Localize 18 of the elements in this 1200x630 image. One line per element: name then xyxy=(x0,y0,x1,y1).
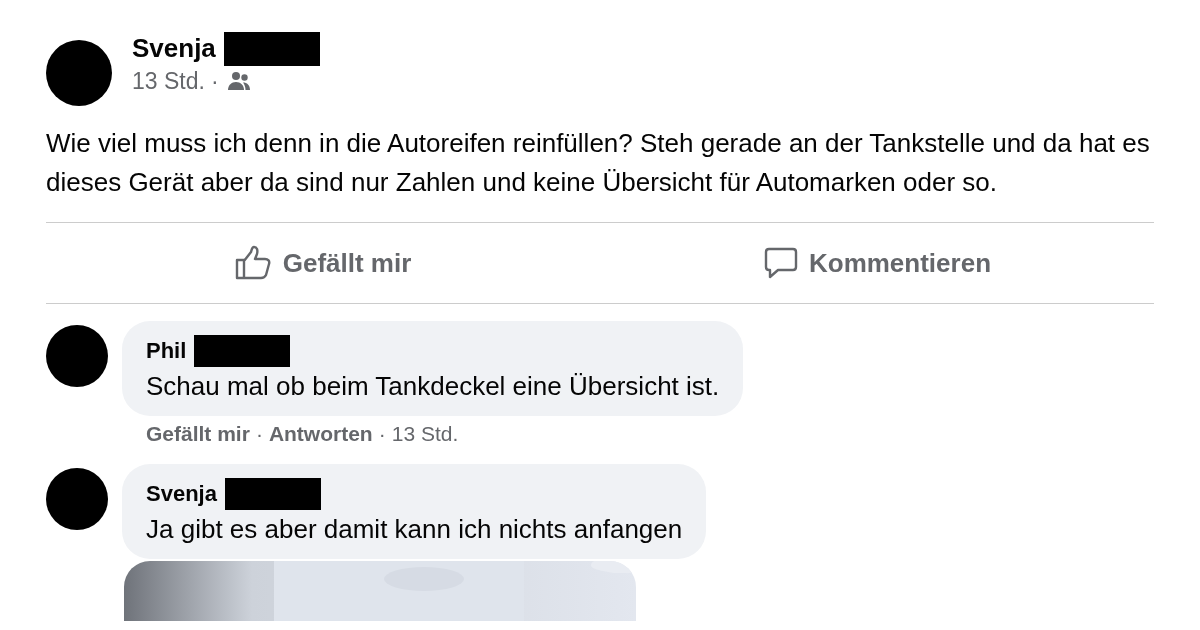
like-link[interactable]: Gefällt mir xyxy=(146,422,250,446)
comment-text: Ja gibt es aber damit kann ich nichts anfangen xyxy=(146,514,683,545)
commenter-name[interactable]: Svenja xyxy=(146,481,217,507)
like-button[interactable]: Gefällt mir xyxy=(46,223,600,303)
thumbs-up-icon xyxy=(234,245,273,281)
post-text: Wie viel muss ich denn in die Autoreifen reinfüllen? Steh gerade an der Tankstelle und da hat es dieses Gerät aber da sind nur Zahlen und keine Übersicht für Automarken oder so. xyxy=(46,127,1151,199)
comment-button[interactable]: Kommentieren xyxy=(600,223,1154,303)
author-name[interactable]: Svenja xyxy=(132,33,216,64)
separator: · xyxy=(378,422,386,446)
reply-link[interactable]: Antworten xyxy=(268,422,373,446)
comment-time: 13 Std. xyxy=(391,422,459,446)
friends-icon xyxy=(226,71,251,91)
speech-bubble-icon xyxy=(762,246,799,280)
separator: · xyxy=(210,67,219,95)
commenter-name[interactable]: Phil xyxy=(146,338,187,364)
separator: · xyxy=(255,422,263,446)
comment-text: Schau mal ob beim Tankdeckel eine Übersicht ist. xyxy=(146,371,720,402)
post-time[interactable]: 13 Std. xyxy=(132,67,205,95)
